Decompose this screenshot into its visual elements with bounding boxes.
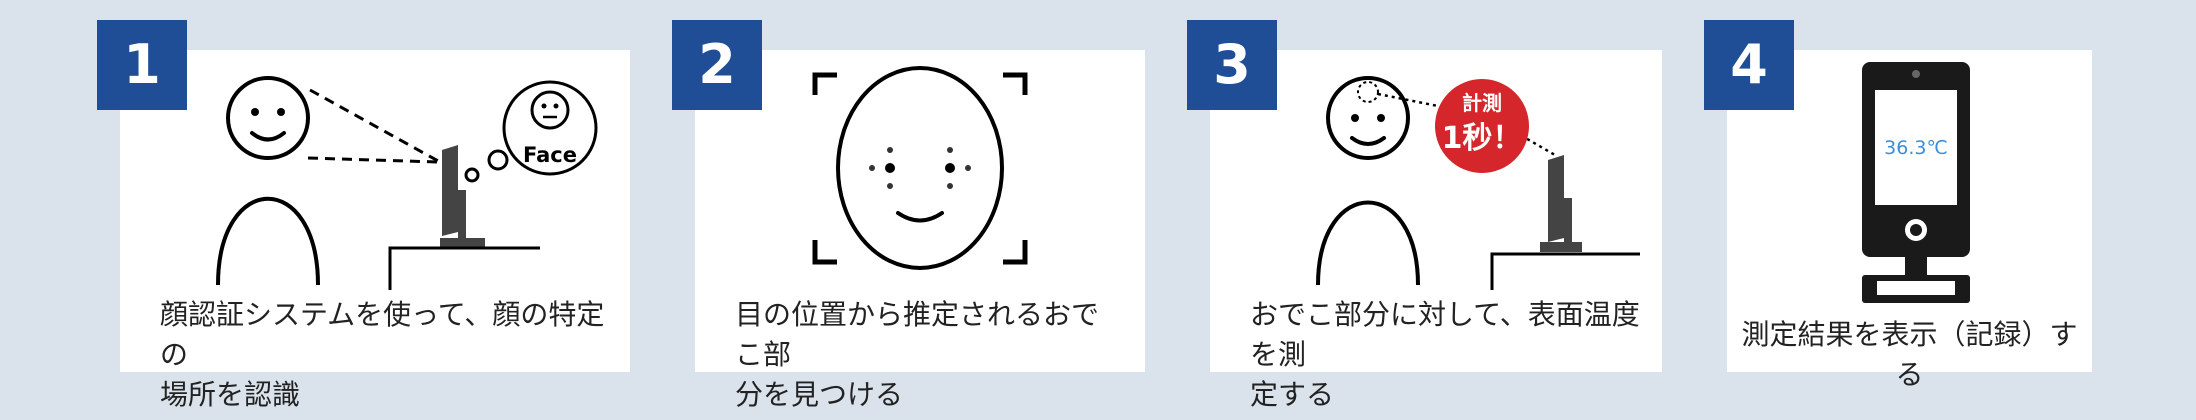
focus-brackets: [812, 72, 1028, 265]
face-label: Face: [523, 143, 577, 167]
device-icon: [1540, 155, 1582, 252]
step-1-card: Face 顔認証システムを使って、顔の特定の 場所を認識: [120, 50, 630, 411]
device-icon: [440, 145, 485, 248]
step-3-caption: おでこ部分に対して、表面温度を測 定する: [1250, 298, 1640, 411]
step-2-card: 目の位置から推定されるおでこ部 分を見つける: [695, 50, 1145, 411]
step-1-badge: 1: [97, 20, 187, 110]
svg-text:1秒！: 1秒！: [1442, 121, 1523, 156]
person-body: [1316, 200, 1420, 286]
step-4-badge: 4: [1704, 20, 1794, 110]
person-head: [226, 76, 310, 160]
step-3-card: 計測 1秒！ おでこ部分に対して、表面温度を測 定する: [1210, 50, 1662, 411]
step-4-caption: 測定結果を表示（記録）する: [1741, 318, 2078, 391]
forehead-detection-illustration: [812, 66, 1028, 270]
step-1-caption: 顔認証システムを使って、顔の特定の 場所を認識: [160, 298, 605, 411]
svg-text:計測: 計測: [1462, 91, 1502, 115]
step-3-badge: 3: [1187, 20, 1277, 110]
temperature-readout: 36.3℃: [1884, 137, 1948, 159]
step-2-caption: 目の位置から推定されるおでこ部 分を見つける: [735, 298, 1100, 411]
face-outline: [836, 66, 1004, 270]
step-2-badge: 2: [672, 20, 762, 110]
person-body: [216, 196, 320, 286]
temperature-measure-illustration: 計測 1秒！: [1316, 76, 1640, 290]
face-recognition-illustration: Face: [216, 76, 598, 290]
